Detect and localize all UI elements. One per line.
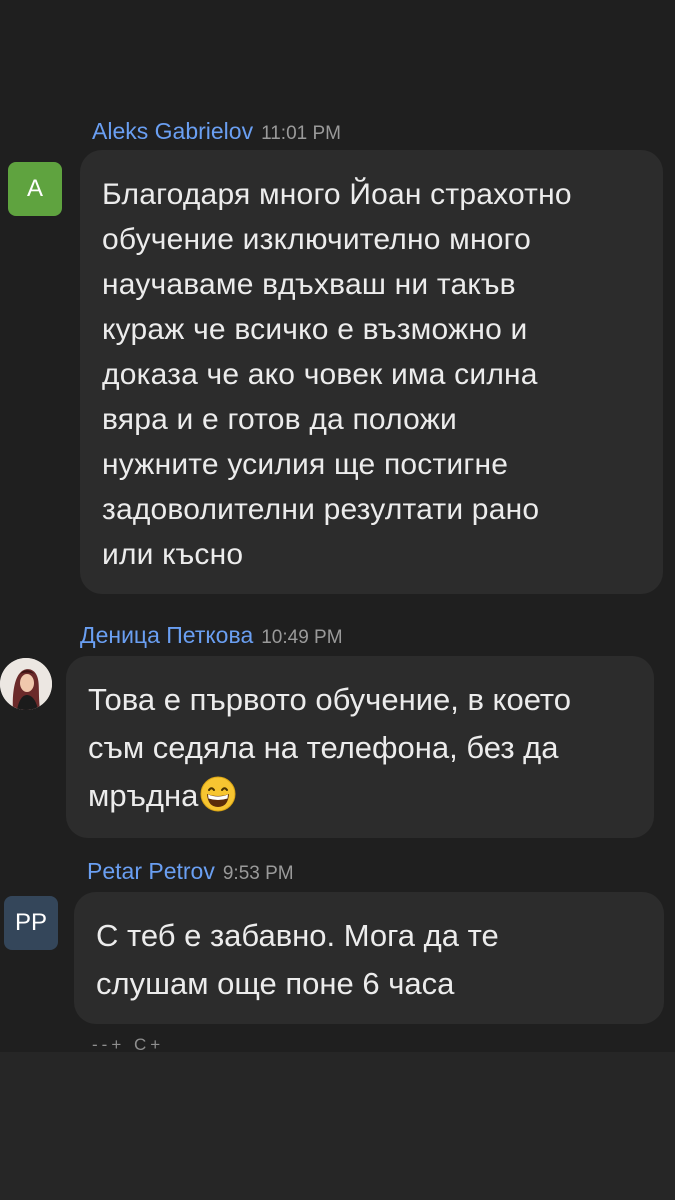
avatar-initials: A xyxy=(26,175,43,202)
chat-panel: Aleks Gabrielov 11:01 PM A Благодаря мно… xyxy=(0,0,675,1054)
avatar-initials: PP xyxy=(14,909,47,936)
message-bubble[interactable]: Това е първото обучение, в което съм сед… xyxy=(66,656,654,838)
chat-message: Aleks Gabrielov 11:01 PM A Благодаря мно… xyxy=(0,110,675,600)
message-text: С теб е забавно. Мога да те слушам още п… xyxy=(96,918,499,1001)
cut-off-reaction-text: --+ C+ xyxy=(92,1035,165,1054)
message-header: Aleks Gabrielov 11:01 PM xyxy=(92,118,341,145)
message-bubble[interactable]: Благодаря много Йоан страхотно обучение … xyxy=(80,150,663,594)
profile-photo-icon xyxy=(0,658,52,710)
grinning-face-emoji-icon xyxy=(200,776,236,812)
sender-name[interactable]: Деница Петкова xyxy=(80,622,253,649)
message-timestamp: 11:01 PM xyxy=(261,123,341,144)
avatar[interactable]: A xyxy=(8,162,62,216)
chat-message: Petar Petrov 9:53 PM PP С теб е забавно.… xyxy=(0,856,675,1031)
sender-name[interactable]: Petar Petrov xyxy=(87,858,215,885)
message-timestamp: 9:53 PM xyxy=(222,863,294,884)
message-header: Petar Petrov 9:53 PM xyxy=(87,858,294,885)
message-text: Благодаря много Йоан страхотно обучение … xyxy=(102,178,572,571)
message-text-content: Това е първото обучение, в което съм сед… xyxy=(88,682,572,813)
message-bubble[interactable]: С теб е забавно. Мога да те слушам още п… xyxy=(74,892,664,1024)
message-header: Деница Петкова 10:49 PM xyxy=(80,622,343,649)
sender-name[interactable]: Aleks Gabrielov xyxy=(92,118,253,145)
message-text: Това е първото обучение, в което съм сед… xyxy=(88,676,634,820)
message-timestamp: 10:49 PM xyxy=(261,627,343,648)
chat-message: Деница Петкова 10:49 PM Това е първото о… xyxy=(0,618,675,843)
avatar-photo[interactable] xyxy=(0,658,52,710)
avatar[interactable]: PP xyxy=(4,896,58,950)
